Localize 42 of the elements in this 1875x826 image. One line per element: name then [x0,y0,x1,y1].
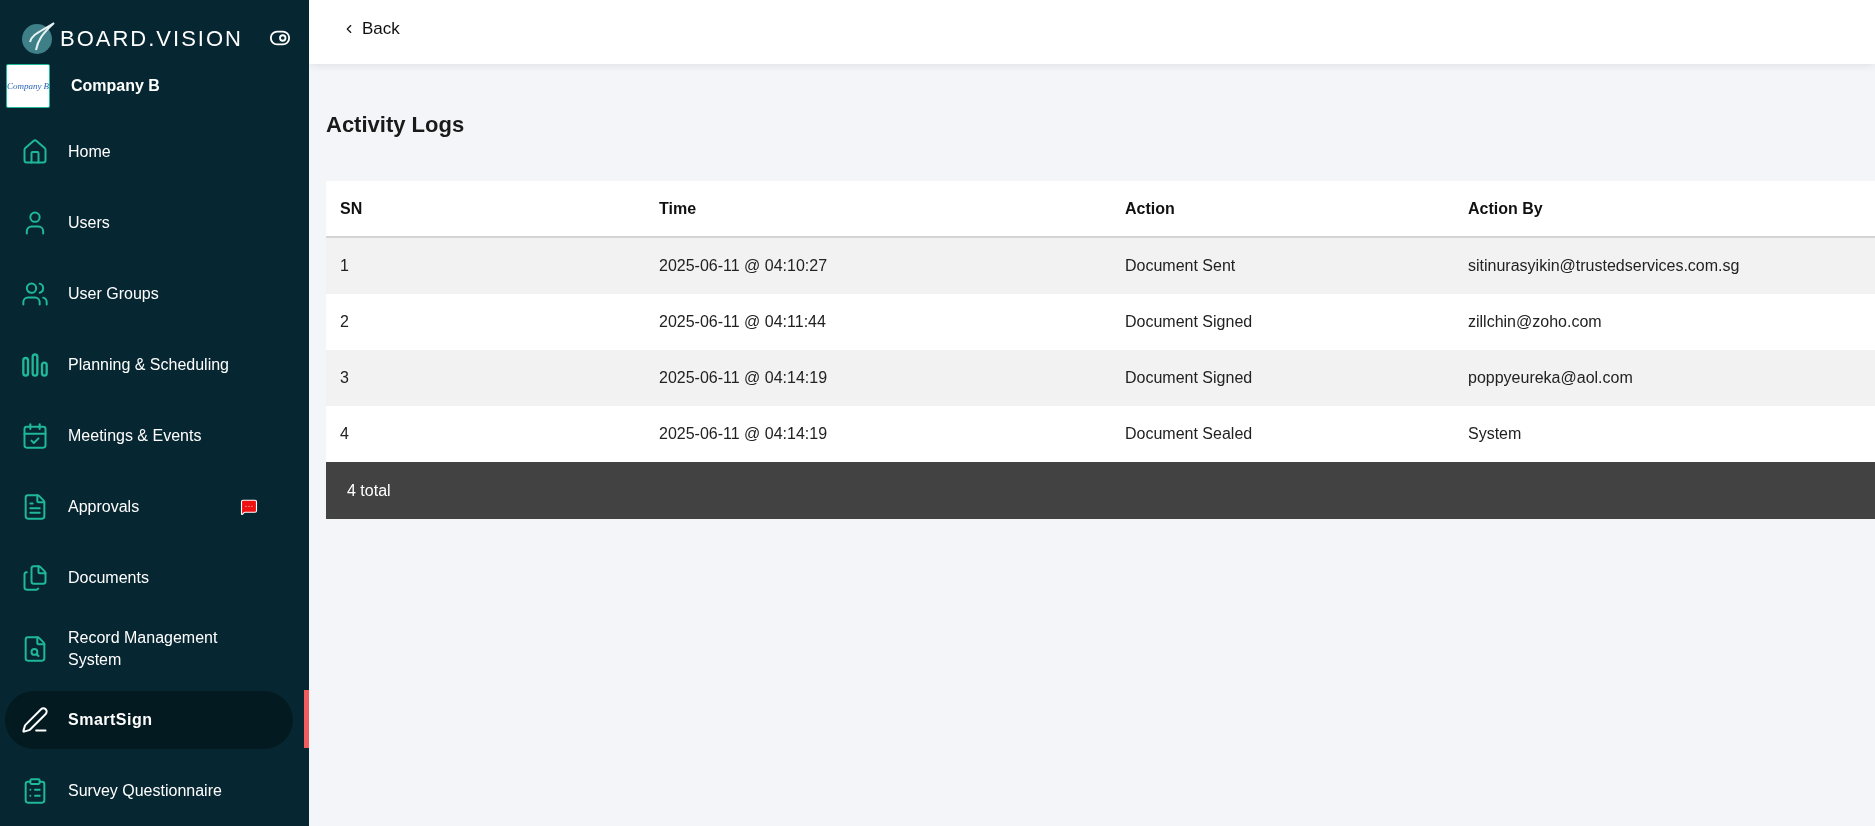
pen-icon [21,705,49,734]
sidebar-item[interactable]: Meetings & Events [5,406,293,465]
table-cell: Document Sealed [1125,425,1253,442]
table-cell: 2025-06-11 @ 04:10:27 [659,257,828,274]
table-cell: System [1468,425,1522,442]
page-title: Activity Logs [326,111,465,139]
column-header: Action [1125,199,1175,217]
table-cell: Document Sent [1125,257,1236,274]
sidebar-item[interactable]: Planning & Scheduling [5,335,293,394]
table-cell: 2025-06-11 @ 04:11:44 [659,313,826,330]
calendar-icon [21,421,49,450]
logo-icon [20,20,56,56]
table-cell: 1 [340,257,349,274]
back-button[interactable]: Back [342,16,400,42]
table-cell: poppyeureka@aol.com [1468,369,1633,386]
company-name: Company B [71,76,160,96]
table-cell: Document Signed [1125,369,1253,386]
sidebar-item[interactable]: Survey Questionnaire [5,761,293,820]
table-cell: 2 [340,313,349,330]
total-count: 4 total [347,480,391,501]
sidebar-item[interactable]: Approvals [5,477,293,536]
column-header: SN [340,199,363,217]
table-cell: 2025-06-11 @ 04:14:19 [659,369,828,386]
table-cell: Document Signed [1125,313,1253,330]
company-logo-text: Company B [6,81,50,91]
table-cell: 3 [340,369,349,386]
brand-name: BOARD.VISION [60,24,243,53]
sidebar-item[interactable]: User Groups [5,264,293,323]
sidebar-item[interactable]: Home [5,122,293,181]
column-header: Time [659,199,697,217]
sidebar-item[interactable]: SmartSign [5,690,293,749]
home-icon [21,137,49,166]
sidebar-item[interactable]: Documents [5,548,293,607]
sidebar-item[interactable]: Users [5,193,293,252]
column-header: Action By [1468,199,1543,217]
sidebar-item[interactable]: Record Management System [5,619,293,678]
bars-icon [21,350,49,379]
table-cell: 4 [340,425,349,442]
table-cell: 2025-06-11 @ 04:14:19 [659,425,828,442]
table-cell: zillchin@zoho.com [1468,313,1602,330]
documents-icon [21,563,49,592]
table-cell: sitinurasyikin@trustedservices.com.sg [1468,257,1740,274]
